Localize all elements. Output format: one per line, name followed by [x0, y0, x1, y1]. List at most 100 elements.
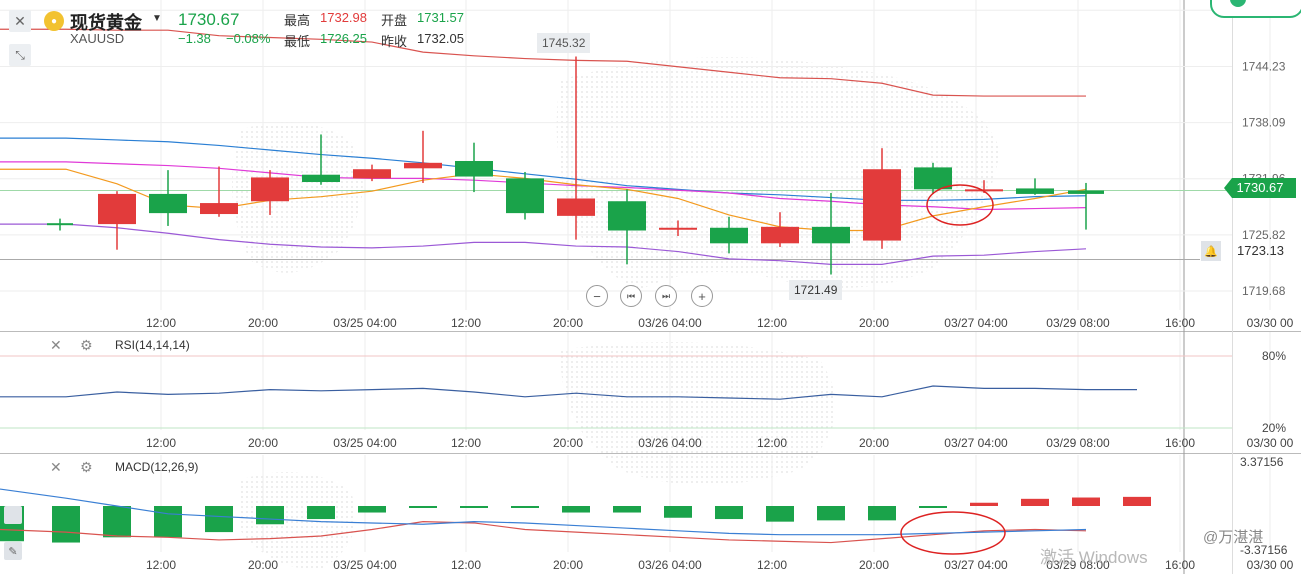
current-price-badge: 1730.67: [1224, 178, 1296, 198]
candle-body: [302, 174, 340, 183]
close-icon[interactable]: ✕: [50, 459, 62, 476]
candle-body: [863, 169, 901, 241]
pencil-icon[interactable]: ✎: [4, 542, 22, 560]
candle-body: [47, 223, 73, 226]
x-tick-label: 20:00: [859, 316, 889, 330]
candle-body: [200, 203, 238, 215]
x-tick-label: 16:00: [1165, 316, 1195, 330]
candle-body: [251, 177, 289, 202]
x-tick-label: 12:00: [757, 558, 787, 572]
candle-body: [608, 201, 646, 231]
candle-body: [1016, 188, 1054, 194]
gear-icon[interactable]: ⚙: [80, 337, 93, 354]
jump-last-button[interactable]: ⏭: [655, 285, 677, 307]
chevron-down-icon[interactable]: ▼: [152, 13, 162, 24]
alert-price-label: 1723.13: [1237, 243, 1284, 258]
macd-bar: [868, 506, 896, 521]
x-tick-label: 03/26 04:00: [638, 558, 702, 572]
floating-widget[interactable]: [1210, 0, 1301, 18]
open-value: 1731.57: [417, 10, 464, 25]
macd-bar: [256, 506, 284, 525]
y-tick-label: 1738.09: [1242, 116, 1286, 130]
price-change: −1.38: [178, 31, 211, 46]
prev-close-value: 1732.05: [417, 31, 464, 46]
close-icon: ✕: [14, 12, 26, 29]
x-tick-label: 12:00: [451, 316, 481, 330]
low-value: 1726.25: [320, 31, 367, 46]
candle-body: [761, 226, 799, 244]
macd-bar: [766, 506, 794, 522]
x-tick-label: 20:00: [248, 558, 278, 572]
shrink-button[interactable]: ⤡: [9, 44, 31, 66]
x-tick-label: 03/29 08:00: [1046, 436, 1110, 450]
x-tick-label: 20:00: [859, 558, 889, 572]
x-tick-label: 03/30 00: [1247, 436, 1294, 450]
current-price: 1730.67: [178, 10, 240, 29]
candle-body: [659, 227, 697, 230]
bell-icon[interactable]: 🔔: [1201, 241, 1221, 261]
x-tick-label: 03/27 04:00: [944, 558, 1008, 572]
x-tick-label: 03/29 08:00: [1046, 316, 1110, 330]
macd-bar: [460, 506, 488, 508]
macd-bar: [409, 506, 437, 508]
instrument-symbol: XAUUSD: [70, 31, 125, 46]
gear-icon[interactable]: ⚙: [80, 459, 93, 476]
min-price-label: 1721.49: [789, 280, 843, 300]
x-tick-label: 03/25 04:00: [333, 316, 397, 330]
macd-bar: [970, 502, 998, 506]
x-tick-label: 20:00: [248, 316, 278, 330]
x-tick-label: 03/27 04:00: [944, 316, 1008, 330]
high-value: 1732.98: [320, 10, 367, 25]
candle-body: [353, 169, 391, 179]
macd-tick-label: 3.37156: [1240, 455, 1284, 469]
jump-first-button[interactable]: ⏮: [620, 285, 642, 307]
y-tick-label: 1719.68: [1242, 284, 1286, 298]
chart-canvas: 1750.381744.231738.091731.961725.821719.…: [0, 0, 1301, 574]
x-tick-label: 03/25 04:00: [333, 558, 397, 572]
x-tick-label: 12:00: [757, 436, 787, 450]
candle-body: [98, 193, 136, 225]
macd-bar: [307, 506, 335, 520]
x-tick-label: 03/26 04:00: [638, 436, 702, 450]
macd-bar: [1021, 498, 1049, 506]
x-tick-label: 03/26 04:00: [638, 316, 702, 330]
macd-bar: [154, 506, 182, 538]
zoom-in-button[interactable]: +: [691, 285, 713, 307]
x-tick-label: 20:00: [859, 436, 889, 450]
macd-bar: [817, 506, 845, 521]
rsi-tick-label: 20%: [1262, 421, 1286, 435]
x-tick-label: 03/30 00: [1247, 558, 1294, 572]
price-change-pct: −0.08%: [226, 31, 271, 46]
shrink-icon: ⤡: [15, 47, 25, 62]
candle-body: [557, 198, 595, 216]
macd-bar: [1072, 497, 1100, 506]
macd-bar: [715, 506, 743, 520]
y-tick-label: 1725.82: [1242, 228, 1286, 242]
author-watermark: @万湛湛: [1203, 529, 1264, 546]
coin-icon: ●: [44, 11, 64, 31]
macd-bar: [52, 506, 80, 543]
x-tick-label: 03/27 04:00: [944, 436, 1008, 450]
macd-title: MACD(12,26,9): [115, 460, 199, 474]
candle-body: [812, 226, 850, 244]
low-label: 最低: [284, 34, 311, 49]
x-tick-label: 16:00: [1165, 436, 1195, 450]
high-label: 最高: [284, 13, 311, 28]
y-tick-label: 1744.23: [1242, 59, 1286, 73]
x-tick-label: 20:00: [248, 436, 278, 450]
map-watermark: [232, 57, 1000, 570]
x-tick-label: 12:00: [451, 436, 481, 450]
candle-body: [455, 160, 493, 177]
max-price-label: 1745.32: [537, 33, 591, 53]
x-tick-label: 20:00: [553, 558, 583, 572]
candle-body: [506, 178, 544, 214]
macd-bar: [919, 506, 947, 508]
x-tick-label: 12:00: [451, 558, 481, 572]
zoom-out-button[interactable]: −: [586, 285, 608, 307]
close-button[interactable]: ✕: [9, 10, 31, 32]
windows-watermark: 激活 Windows: [1040, 548, 1148, 567]
x-tick-label: 12:00: [757, 316, 787, 330]
macd-bar: [358, 506, 386, 513]
close-icon[interactable]: ✕: [50, 337, 62, 354]
panel-tool-button[interactable]: [4, 506, 22, 524]
